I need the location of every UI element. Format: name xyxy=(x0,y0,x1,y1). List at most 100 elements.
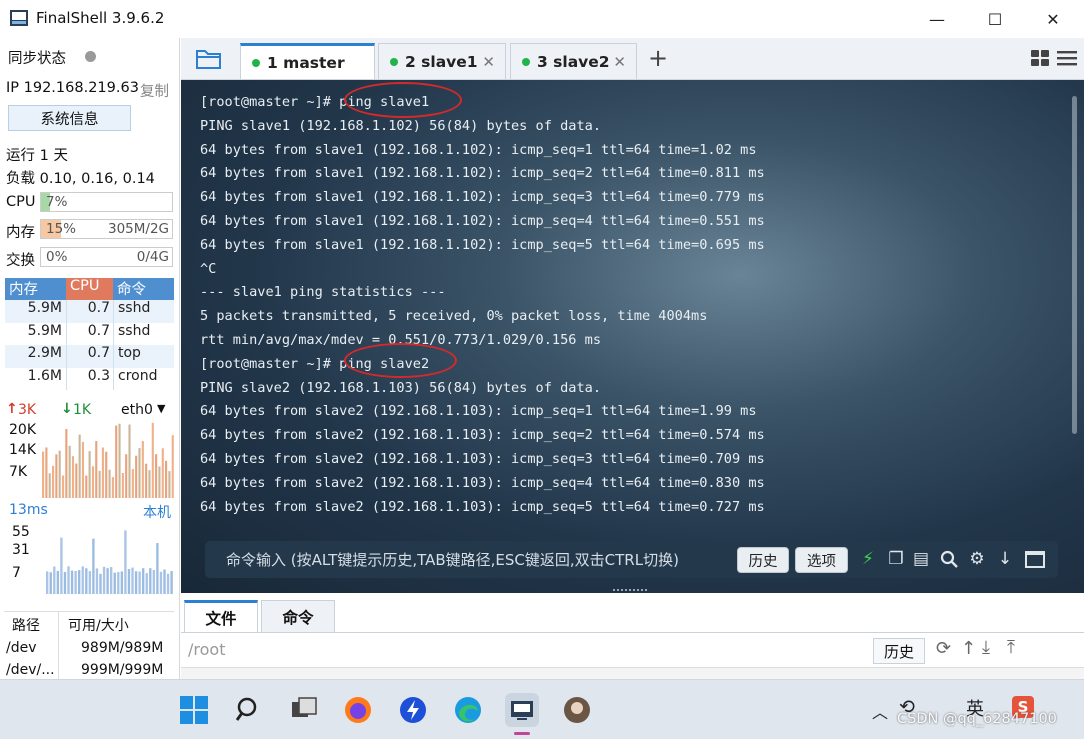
minimize-button[interactable]: — xyxy=(908,0,966,38)
disk-path[interactable]: /dev xyxy=(6,640,37,656)
column-command[interactable]: 命令 xyxy=(113,278,174,300)
chart-bar xyxy=(163,569,166,594)
chart-bar xyxy=(51,465,55,498)
chart-bar xyxy=(101,447,104,498)
tab-slave1[interactable]: 2 slave1 ✕ xyxy=(378,43,506,79)
disk-size: 999M/999M xyxy=(81,662,164,678)
memory-percent: 15% xyxy=(46,221,77,237)
paste-icon[interactable]: ▤ xyxy=(910,548,932,570)
cpu-percent: 7% xyxy=(46,194,68,210)
divider xyxy=(4,611,174,612)
chart-bar xyxy=(61,475,65,498)
file-panel: 文件 命令 /root 历史 ⟳ ↑ ⤓ ⤒ xyxy=(181,593,1084,679)
task-view-icon[interactable] xyxy=(287,693,321,727)
disk-column-path: 路径 xyxy=(12,618,40,634)
latency-target[interactable]: 本机 xyxy=(143,502,171,522)
terminal-output[interactable]: [root@master ~]# ping slave1 PING slave1 … xyxy=(181,80,1084,593)
chart-bar xyxy=(120,571,124,594)
command-input-bar[interactable]: 命令输入 (按ALT键提示历史,TAB键路径,ESC键返回,双击CTRL切换) … xyxy=(205,541,1058,578)
chart-bar xyxy=(63,571,67,594)
network-interface-select[interactable]: eth0 xyxy=(121,402,153,418)
chart-bar xyxy=(148,470,151,498)
options-button[interactable]: 选项 xyxy=(795,547,848,573)
window-title: FinalShell 3.9.6.2 xyxy=(36,9,165,27)
search-icon[interactable] xyxy=(232,693,266,727)
connected-dot-icon xyxy=(390,57,398,66)
tab-label: 3 slave2 xyxy=(537,52,610,71)
finalshell-taskbar-icon[interactable] xyxy=(505,693,539,727)
terminal-line: 64 bytes from slave1 (192.168.1.102): ic… xyxy=(200,189,765,206)
menu-icon[interactable] xyxy=(1057,50,1077,67)
up-directory-icon[interactable]: ↑ xyxy=(961,638,976,659)
process-row[interactable]: 1.6M 0.3 crond xyxy=(5,367,174,390)
search-icon[interactable] xyxy=(940,550,959,569)
tab-slave2[interactable]: 3 slave2 ✕ xyxy=(510,43,637,79)
chart-bar xyxy=(88,571,92,594)
tab-commands[interactable]: 命令 xyxy=(261,600,335,632)
copy-icon[interactable]: ❐ xyxy=(885,548,907,570)
latency-ytick: 7 xyxy=(12,565,21,581)
lightning-icon[interactable]: ⚡ xyxy=(857,548,879,570)
chart-bar xyxy=(68,445,71,498)
resize-handle[interactable] xyxy=(613,589,647,592)
column-cpu[interactable]: CPU xyxy=(66,278,113,300)
process-row[interactable]: 5.9M 0.7 sshd xyxy=(5,322,174,345)
copy-ip-link[interactable]: 复制 xyxy=(140,80,169,101)
column-memory[interactable]: 内存 xyxy=(5,278,66,300)
net-ytick: 7K xyxy=(9,464,28,480)
terminal-scrollbar[interactable] xyxy=(1072,96,1077,434)
arrow-down-icon[interactable]: ↓ xyxy=(994,548,1016,570)
maximize-button[interactable]: ☐ xyxy=(966,0,1024,38)
network-traffic-chart xyxy=(42,422,174,498)
chart-bar xyxy=(78,434,81,498)
current-path[interactable]: /root xyxy=(188,640,225,659)
windows-taskbar: ︿ ⟲ 英 S CSDN @qq_62847100 xyxy=(0,679,1084,739)
terminal-line: [root@master ~]# ping slave1 xyxy=(200,94,430,110)
process-row[interactable]: 5.9M 0.7 sshd xyxy=(5,300,174,323)
layout-grid-icon[interactable] xyxy=(1031,50,1050,67)
file-history-button[interactable]: 历史 xyxy=(873,638,925,664)
tab-master[interactable]: 1 master xyxy=(240,43,375,79)
terminal-line: 64 bytes from slave1 (192.168.1.102): ic… xyxy=(200,212,765,229)
chart-bar xyxy=(145,463,148,498)
download-arrow-icon: ↓ xyxy=(61,401,73,417)
chevron-down-icon[interactable]: ▼ xyxy=(157,402,165,415)
latency-ytick: 31 xyxy=(12,542,30,558)
folder-icon[interactable] xyxy=(195,48,223,70)
add-tab-icon[interactable]: + xyxy=(648,44,668,72)
chart-bar xyxy=(85,475,88,498)
history-button[interactable]: 历史 xyxy=(737,547,789,573)
edge-browser-icon[interactable] xyxy=(451,693,485,727)
upload-icon[interactable]: ⤒ xyxy=(1007,637,1015,658)
disk-path[interactable]: /dev/... xyxy=(6,662,55,678)
swap-size: 0/4G xyxy=(136,249,169,265)
system-info-button[interactable]: 系统信息 xyxy=(8,105,131,131)
tab-files[interactable]: 文件 xyxy=(184,600,258,632)
chart-bar xyxy=(138,571,141,594)
chart-bar xyxy=(165,460,168,498)
process-cmd: sshd xyxy=(113,322,174,345)
close-tab-icon[interactable]: ✕ xyxy=(482,53,495,71)
bolt-app-icon[interactable] xyxy=(396,693,430,727)
windows-start-icon[interactable] xyxy=(177,693,211,727)
chart-bar xyxy=(125,454,128,498)
gear-icon[interactable]: ⚙ xyxy=(966,548,988,570)
session-tab-bar: 1 master 2 slave1 ✕ 3 slave2 ✕ + xyxy=(181,38,1084,80)
download-icon[interactable]: ⤓ xyxy=(982,637,990,658)
close-button[interactable]: ✕ xyxy=(1024,0,1082,38)
chart-bar xyxy=(85,568,88,594)
sync-status-icon xyxy=(85,51,96,62)
window-icon[interactable] xyxy=(1025,551,1045,568)
user-avatar-icon[interactable] xyxy=(560,693,594,727)
chart-bar xyxy=(131,469,134,498)
command-input-placeholder[interactable]: 命令输入 (按ALT键提示历史,TAB键路径,ESC键返回,双击CTRL切换) xyxy=(226,549,679,570)
refresh-icon[interactable]: ⟳ xyxy=(936,638,951,659)
chevron-up-icon[interactable]: ︿ xyxy=(872,699,888,723)
process-row[interactable]: 2.9M 0.7 top xyxy=(5,345,174,368)
process-mem: 5.9M xyxy=(27,322,62,339)
chart-bar xyxy=(74,570,77,594)
terminal-line: 64 bytes from slave1 (192.168.1.102): ic… xyxy=(200,141,757,158)
firefox-icon[interactable] xyxy=(341,693,375,727)
close-tab-icon[interactable]: ✕ xyxy=(613,53,626,71)
terminal-line: 64 bytes from slave2 (192.168.1.103): ic… xyxy=(200,427,765,444)
